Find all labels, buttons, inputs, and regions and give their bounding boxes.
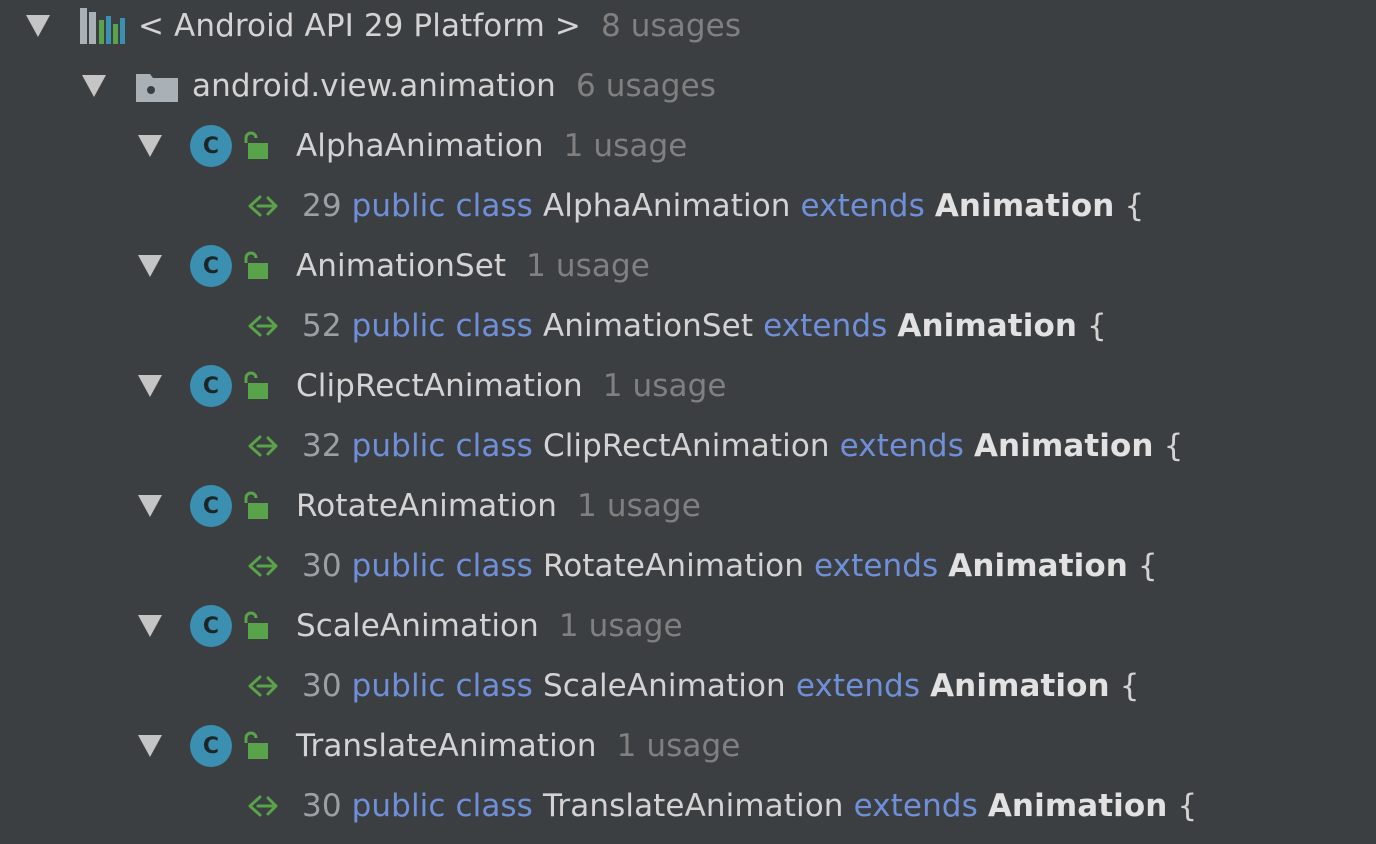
- usage-count: 1 usage: [577, 488, 701, 524]
- package-label: android.view.animation: [192, 68, 556, 104]
- usage-count: 1 usage: [558, 608, 683, 644]
- keyword-public-class: public class: [351, 428, 533, 464]
- expand-triangle-icon[interactable]: [82, 75, 106, 97]
- keyword-extends: extends: [800, 188, 925, 224]
- parent-class-name: Animation: [987, 788, 1168, 824]
- usage-arrow-icon: [248, 191, 288, 221]
- parent-class-name: Animation: [973, 428, 1154, 464]
- usage-arrow-icon: [248, 671, 288, 701]
- keyword-extends: extends: [795, 668, 921, 704]
- keyword-public-class: public class: [351, 308, 533, 344]
- line-number: 52: [302, 308, 342, 344]
- usage-arrow-icon: [248, 551, 288, 581]
- lock-open-icon: [242, 491, 270, 521]
- expand-triangle-icon[interactable]: [138, 615, 162, 637]
- class-name: RotateAnimation: [296, 488, 558, 524]
- open-brace: {: [1163, 428, 1184, 464]
- declared-class-name: AlphaAnimation: [542, 188, 791, 224]
- class-name: AnimationSet: [296, 248, 507, 284]
- usage-line[interactable]: 30 public class ScaleAnimation extends A…: [0, 656, 1140, 716]
- expand-triangle-icon[interactable]: [138, 735, 162, 757]
- line-number: 30: [302, 788, 342, 824]
- declared-class-name: TranslateAnimation: [542, 788, 844, 824]
- tree-node-class[interactable]: C ClipRectAnimation 1 usage: [0, 356, 727, 416]
- parent-class-name: Animation: [897, 308, 1078, 344]
- package-folder-icon: [136, 70, 178, 102]
- usage-arrow-icon: [248, 311, 288, 341]
- open-brace: {: [1087, 308, 1107, 344]
- parent-class-name: Animation: [934, 188, 1115, 224]
- keyword-public-class: public class: [351, 668, 533, 704]
- expand-triangle-icon[interactable]: [138, 135, 162, 157]
- usage-line[interactable]: 32 public class ClipRectAnimation extend…: [0, 416, 1183, 476]
- usage-arrow-icon: [248, 431, 288, 461]
- usage-line[interactable]: 52 public class AnimationSet extends Ani…: [0, 296, 1107, 356]
- keyword-extends: extends: [763, 308, 888, 344]
- class-icon: C: [190, 605, 232, 647]
- declared-class-name: RotateAnimation: [542, 548, 804, 584]
- platform-label: < Android API 29 Platform >: [138, 8, 581, 44]
- class-icon: C: [190, 485, 232, 527]
- lock-open-icon: [242, 731, 270, 761]
- find-usages-tree: < Android API 29 Platform > 8 usages and…: [0, 0, 1376, 844]
- library-icon: [80, 8, 126, 44]
- declared-class-name: AnimationSet: [542, 308, 754, 344]
- tree-node-class[interactable]: C AnimationSet 1 usage: [0, 236, 650, 296]
- usage-arrow-icon: [248, 791, 288, 821]
- usage-count: 1 usage: [602, 368, 727, 404]
- usage-line[interactable]: 30 public class RotateAnimation extends …: [0, 536, 1158, 596]
- expand-triangle-icon[interactable]: [138, 255, 162, 277]
- class-name: TranslateAnimation: [296, 728, 597, 764]
- usage-count: 6 usages: [575, 68, 717, 104]
- keyword-extends: extends: [814, 548, 939, 584]
- class-icon: C: [190, 125, 232, 167]
- usage-count: 1 usage: [563, 128, 688, 164]
- keyword-extends: extends: [839, 428, 964, 464]
- parent-class-name: Animation: [948, 548, 1128, 584]
- keyword-extends: extends: [853, 788, 978, 824]
- line-number: 30: [302, 668, 342, 704]
- tree-node-package[interactable]: android.view.animation 6 usages: [0, 56, 716, 116]
- line-number: 30: [302, 548, 342, 584]
- parent-class-name: Animation: [930, 668, 1110, 704]
- lock-open-icon: [242, 251, 270, 281]
- line-number: 29: [302, 188, 342, 224]
- class-name: ClipRectAnimation: [296, 368, 583, 404]
- lock-open-icon: [242, 371, 270, 401]
- tree-node-class[interactable]: C RotateAnimation 1 usage: [0, 476, 701, 536]
- lock-open-icon: [242, 611, 270, 641]
- class-icon: C: [190, 365, 232, 407]
- expand-triangle-icon[interactable]: [138, 495, 162, 517]
- keyword-public-class: public class: [351, 548, 533, 584]
- declared-class-name: ScaleAnimation: [542, 668, 786, 704]
- tree-node-platform[interactable]: < Android API 29 Platform > 8 usages: [0, 0, 741, 56]
- tree-node-class[interactable]: C TranslateAnimation 1 usage: [0, 716, 740, 776]
- tree-node-class[interactable]: C ScaleAnimation 1 usage: [0, 596, 683, 656]
- class-icon: C: [190, 245, 232, 287]
- lock-open-icon: [242, 131, 270, 161]
- usage-count: 1 usage: [526, 248, 650, 284]
- open-brace: {: [1137, 548, 1158, 584]
- keyword-public-class: public class: [351, 188, 533, 224]
- tree-node-class[interactable]: C AlphaAnimation 1 usage: [0, 116, 687, 176]
- class-name: ScaleAnimation: [296, 608, 539, 644]
- keyword-public-class: public class: [351, 788, 533, 824]
- line-number: 32: [302, 428, 342, 464]
- usage-count: 1 usage: [616, 728, 741, 764]
- expand-triangle-icon[interactable]: [26, 15, 50, 37]
- expand-triangle-icon[interactable]: [138, 375, 162, 397]
- usage-line[interactable]: 30 public class TranslateAnimation exten…: [0, 776, 1197, 836]
- open-brace: {: [1124, 188, 1145, 224]
- open-brace: {: [1119, 668, 1140, 704]
- class-name: AlphaAnimation: [296, 128, 544, 164]
- usage-count: 8 usages: [601, 8, 742, 44]
- declared-class-name: ClipRectAnimation: [542, 428, 830, 464]
- class-icon: C: [190, 725, 232, 767]
- open-brace: {: [1177, 788, 1198, 824]
- usage-line[interactable]: 29 public class AlphaAnimation extends A…: [0, 176, 1144, 236]
